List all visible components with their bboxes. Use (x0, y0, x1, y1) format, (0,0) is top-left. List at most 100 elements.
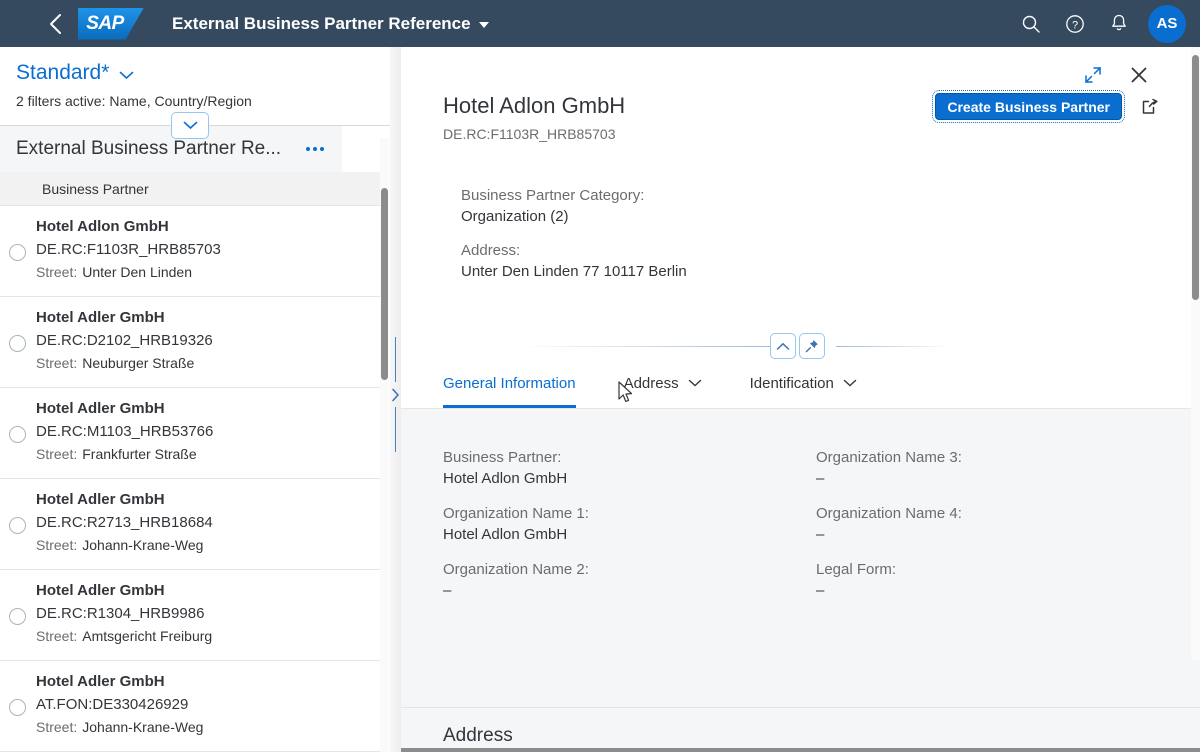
list-item-street: Street: Unter Den Linden (36, 264, 221, 280)
list-item-id: AT.FON:DE330426929 (36, 696, 189, 713)
form-field: Organization Name 4: – (816, 505, 1189, 543)
list-item[interactable]: Hotel Adler GmbH DE.RC:R1304_HRB9986 Str… (0, 570, 380, 661)
chevron-down-icon (843, 379, 857, 387)
list-item-id: DE.RC:M1103_HRB53766 (36, 423, 214, 440)
list-item-title: Hotel Adler GmbH (36, 582, 165, 599)
splitter-line-top (395, 337, 396, 382)
tab-label: General Information (443, 375, 576, 392)
list-item[interactable]: Hotel Adlon GmbH DE.RC:F1103R_HRB85703 S… (0, 206, 380, 297)
variant-selector[interactable]: Standard* (16, 61, 374, 85)
detail-tab-bar: General Information Address Identificati… (401, 358, 1200, 409)
street-value: Amtsgericht Freiburg (82, 628, 213, 644)
list-item-radio[interactable] (9, 699, 26, 716)
svg-text:?: ? (1072, 19, 1078, 31)
list-item-radio[interactable] (9, 335, 26, 352)
street-label: Street: (36, 355, 78, 371)
divider-line-left (521, 346, 771, 347)
back-button[interactable] (34, 4, 76, 44)
list-item[interactable]: Hotel Adler GmbH AT.FON:DE330426929 Stre… (0, 661, 380, 752)
field-value: Unter Den Linden 77 10117 Berlin (461, 263, 687, 280)
address-section: Address (401, 707, 1200, 752)
chevron-up-icon (776, 342, 790, 350)
list-item-id: DE.RC:F1103R_HRB85703 (36, 241, 221, 258)
search-button[interactable] (1012, 5, 1050, 43)
pin-header-button[interactable] (799, 333, 825, 359)
master-panel: Standard* 2 filters active: Name, Countr… (0, 47, 390, 752)
field-value: – (816, 526, 825, 543)
list-item-title: Hotel Adler GmbH (36, 491, 165, 508)
detail-horizontal-scrollbar[interactable] (401, 748, 1200, 752)
variant-label: Standard* (16, 61, 110, 84)
form-field: Legal Form: – (816, 561, 1189, 599)
notifications-button[interactable] (1100, 5, 1138, 43)
list-item-radio[interactable] (9, 244, 26, 261)
detail-header-fields: Business Partner Category: Organization … (461, 187, 687, 297)
share-button[interactable] (1138, 95, 1160, 117)
street-label: Street: (36, 628, 78, 644)
master-scrollbar-thumb[interactable] (381, 188, 388, 380)
list-item-radio[interactable] (9, 426, 26, 443)
shell-title[interactable]: External Business Partner Reference (172, 14, 489, 34)
filter-bar-toggle-button[interactable] (171, 112, 209, 139)
help-button[interactable]: ? (1056, 5, 1094, 43)
list-item-id: DE.RC:D2102_HRB19326 (36, 332, 213, 349)
close-button[interactable] (1128, 64, 1150, 86)
field-value: – (816, 582, 825, 599)
list-item[interactable]: Hotel Adler GmbH DE.RC:D2102_HRB19326 St… (0, 297, 380, 388)
list-item-radio[interactable] (9, 517, 26, 534)
tab-identification[interactable]: Identification (750, 359, 879, 408)
detail-scrollbar-thumb[interactable] (1192, 55, 1199, 300)
sap-logo[interactable]: SAP (78, 7, 144, 40)
field-label: Organization Name 3: (816, 449, 962, 466)
field-value: Hotel Adlon GmbH (443, 470, 568, 487)
field-label: Organization Name 2: (443, 561, 589, 578)
chevron-down-icon (478, 22, 489, 28)
splitter-handle[interactable] (390, 337, 401, 452)
detail-panel: Hotel Adlon GmbH DE.RC:F1103R_HRB85703 C… (401, 47, 1200, 752)
full-screen-button[interactable] (1082, 64, 1104, 86)
shell-bar: SAP External Business Partner Reference … (0, 0, 1200, 47)
shell-actions: ? AS (1012, 0, 1186, 47)
header-collapse-divider (401, 333, 1200, 359)
filter-bar: Standard* 2 filters active: Name, Countr… (0, 47, 390, 115)
overflow-dots-icon[interactable] (300, 141, 330, 157)
field-value: – (443, 582, 452, 599)
collapse-header-button[interactable] (770, 333, 796, 359)
list-item[interactable]: Hotel Adler GmbH DE.RC:R2713_HRB18684 St… (0, 479, 380, 570)
detail-header-field: Business Partner Category: Organization … (461, 187, 687, 225)
street-value: Johann-Krane-Weg (82, 719, 204, 735)
avatar-initials: AS (1156, 15, 1178, 32)
street-value: Neuburger Straße (82, 355, 195, 371)
field-value: Organization (2) (461, 208, 569, 225)
list-item-radio[interactable] (9, 608, 26, 625)
list-item-id: DE.RC:R2713_HRB18684 (36, 514, 213, 531)
list-item-street: Street: Johann-Krane-Weg (36, 719, 203, 735)
tab-address[interactable]: Address (624, 359, 724, 408)
form-column-right: Organization Name 3: – Organization Name… (816, 449, 1189, 617)
sap-logo-text: SAP (86, 12, 124, 34)
divider-line-right (836, 346, 951, 347)
field-label: Business Partner: (443, 449, 562, 466)
field-value: Hotel Adlon GmbH (443, 526, 568, 543)
share-icon (1142, 98, 1158, 114)
street-value: Johann-Krane-Weg (82, 537, 204, 553)
header-collapse-controls (770, 333, 825, 359)
list-item-id: DE.RC:R1304_HRB9986 (36, 605, 205, 622)
app-root: SAP External Business Partner Reference … (0, 0, 1200, 752)
close-icon (1131, 67, 1147, 83)
chevron-left-icon (50, 13, 61, 34)
avatar[interactable]: AS (1148, 4, 1186, 43)
form-column-left: Business Partner: Hotel Adlon GmbH Organ… (443, 449, 816, 617)
create-business-partner-button[interactable]: Create Business Partner (932, 90, 1125, 123)
list-item-street: Street: Amtsgericht Freiburg (36, 628, 212, 644)
panel-splitter[interactable] (390, 47, 401, 752)
list-item[interactable]: Hotel Adler GmbH DE.RC:M1103_HRB53766 St… (0, 388, 380, 479)
field-value: – (816, 470, 825, 487)
tab-general-information[interactable]: General Information (443, 359, 598, 408)
notifications-bell-icon (1112, 14, 1126, 31)
list-item-street: Street: Johann-Krane-Weg (36, 537, 213, 553)
street-label: Street: (36, 719, 78, 735)
street-label: Street: (36, 264, 78, 280)
pin-icon (805, 340, 818, 353)
form-field: Organization Name 3: – (816, 449, 1189, 487)
